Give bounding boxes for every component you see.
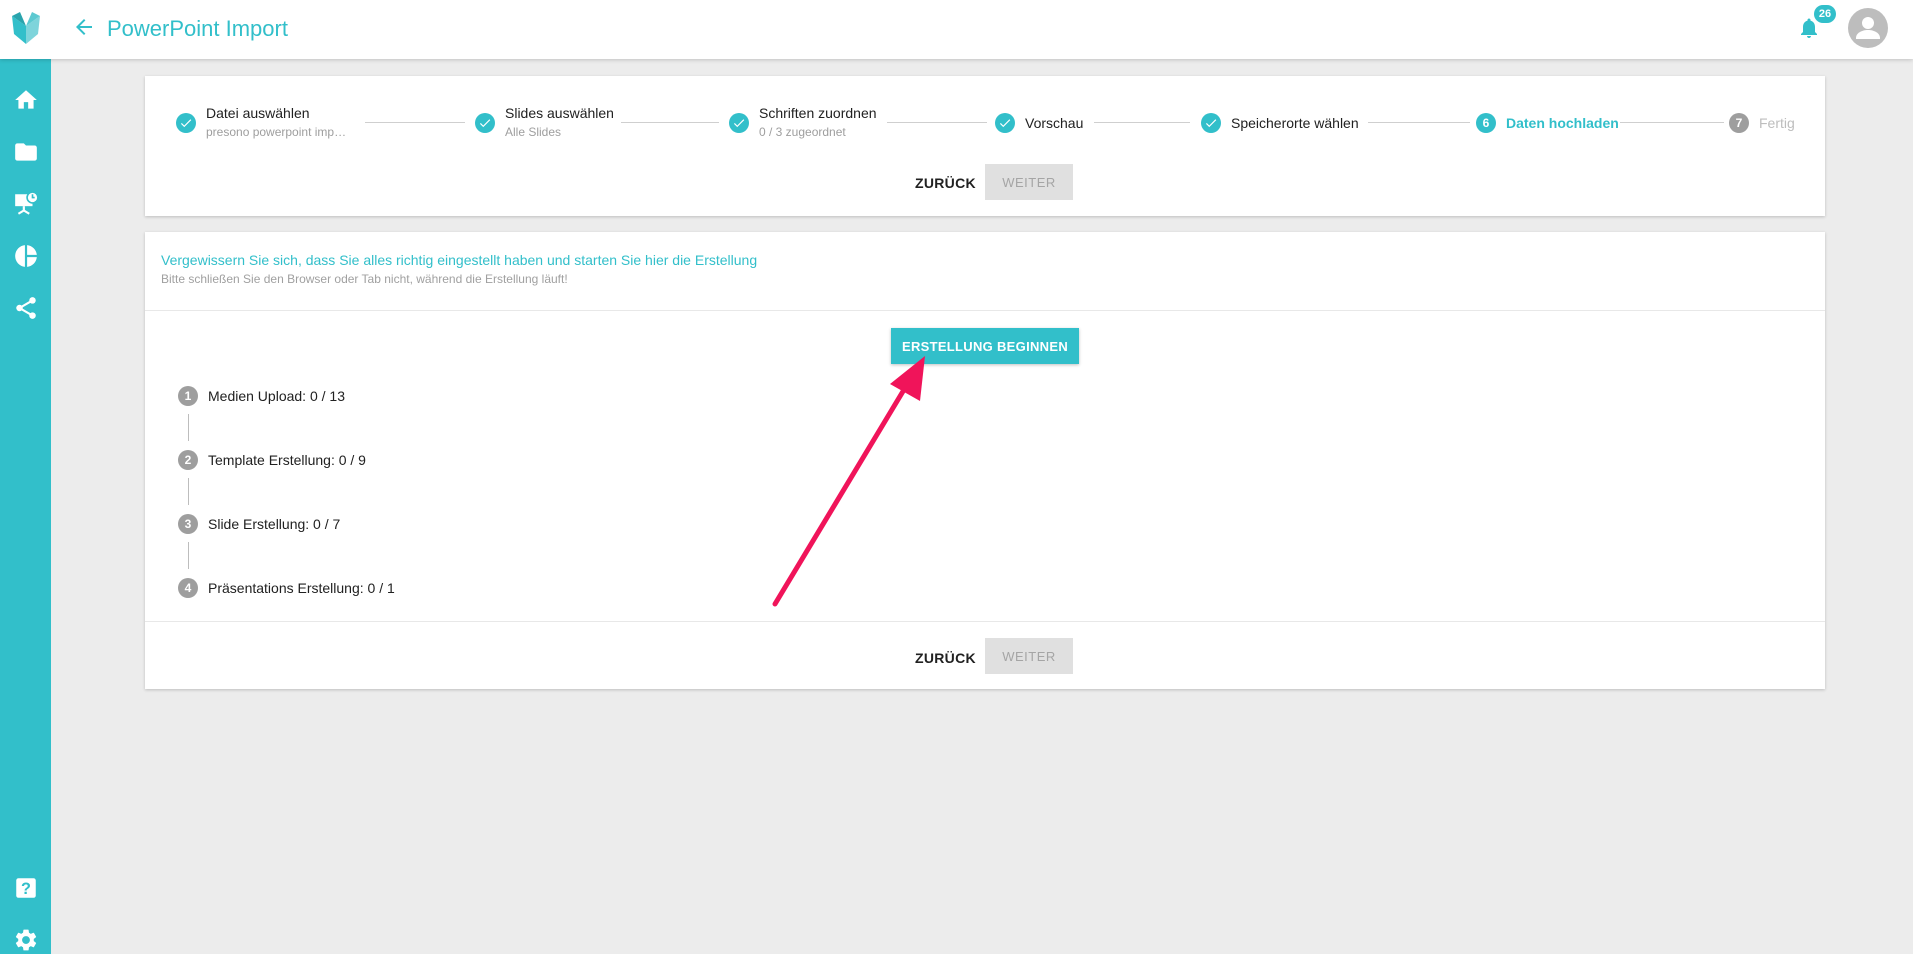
progress-step-number: 2 [178, 450, 198, 470]
presentation-icon[interactable] [13, 191, 39, 217]
gear-icon[interactable] [13, 927, 39, 953]
next-button-bottom[interactable]: WEITER [985, 638, 1073, 674]
user-icon [1856, 17, 1880, 39]
check-icon [999, 119, 1011, 128]
check-icon [180, 119, 192, 128]
step-connector [1620, 122, 1724, 123]
step-label: Schriften zuordnen [759, 105, 877, 121]
page-title: PowerPoint Import [107, 16, 288, 41]
step-label: Daten hochladen [1506, 115, 1619, 131]
step-done-indicator [995, 113, 1015, 133]
step-label: Datei auswählen [206, 105, 310, 121]
step-label: Fertig [1759, 115, 1795, 131]
step-sublabel: Alle Slides [505, 125, 562, 139]
step-label: Vorschau [1025, 115, 1084, 131]
back-button[interactable]: ZURÜCK [915, 175, 976, 191]
stepper-card: Datei auswählen presono powerpoint imp… … [145, 76, 1825, 216]
step-sublabel: presono powerpoint imp… [206, 125, 347, 139]
help-icon[interactable]: ? [13, 875, 39, 901]
top-bar: PowerPoint Import 26 [0, 0, 1913, 59]
svg-text:?: ? [21, 880, 31, 898]
step-done-indicator [729, 113, 749, 133]
step-connector [1094, 122, 1190, 123]
progress-connector [188, 478, 189, 505]
step-connector [887, 122, 987, 123]
step-connector [1368, 122, 1470, 123]
home-icon[interactable] [13, 87, 39, 113]
check-icon [1205, 119, 1217, 128]
sidebar: ? [0, 59, 51, 954]
progress-step-label: Slide Erstellung: 0 / 7 [208, 516, 341, 532]
divider [145, 621, 1825, 622]
start-creation-button[interactable]: ERSTELLUNG BEGINNEN [891, 328, 1079, 364]
pie-chart-icon[interactable] [13, 243, 39, 269]
step-connector [621, 122, 719, 123]
progress-step-number: 4 [178, 578, 198, 598]
step-label: Slides auswählen [505, 105, 614, 121]
step-done-indicator [176, 113, 196, 133]
step-number: 7 [1729, 113, 1749, 133]
progress-step-label: Medien Upload: 0 / 13 [208, 388, 345, 404]
step-connector [365, 122, 465, 123]
progress-step-number: 3 [178, 514, 198, 534]
info-title: Vergewissern Sie sich, dass Sie alles ri… [161, 252, 758, 268]
step-label: Speicherorte wählen [1231, 115, 1359, 131]
step-done-indicator [1201, 113, 1221, 133]
progress-step-label: Template Erstellung: 0 / 9 [208, 452, 366, 468]
step-number: 6 [1476, 113, 1496, 133]
back-button-bottom[interactable]: ZURÜCK [915, 650, 976, 666]
step-done-indicator [475, 113, 495, 133]
app-logo[interactable] [10, 12, 42, 46]
progress-step-label: Präsentations Erstellung: 0 / 1 [208, 580, 395, 596]
info-subtitle: Bitte schließen Sie den Browser oder Tab… [161, 272, 568, 286]
back-arrow-icon[interactable] [72, 15, 96, 39]
check-icon [479, 119, 491, 128]
folder-icon[interactable] [13, 139, 39, 165]
progress-connector [188, 542, 189, 569]
progress-step-number: 1 [178, 386, 198, 406]
check-icon [733, 119, 745, 128]
divider [145, 310, 1825, 311]
progress-connector [188, 414, 189, 441]
avatar[interactable] [1848, 8, 1888, 48]
notification-badge: 26 [1814, 5, 1836, 23]
creation-card: Vergewissern Sie sich, dass Sie alles ri… [145, 232, 1825, 689]
share-icon[interactable] [13, 295, 39, 321]
next-button[interactable]: WEITER [985, 164, 1073, 200]
step-sublabel: 0 / 3 zugeordnet [759, 125, 846, 139]
